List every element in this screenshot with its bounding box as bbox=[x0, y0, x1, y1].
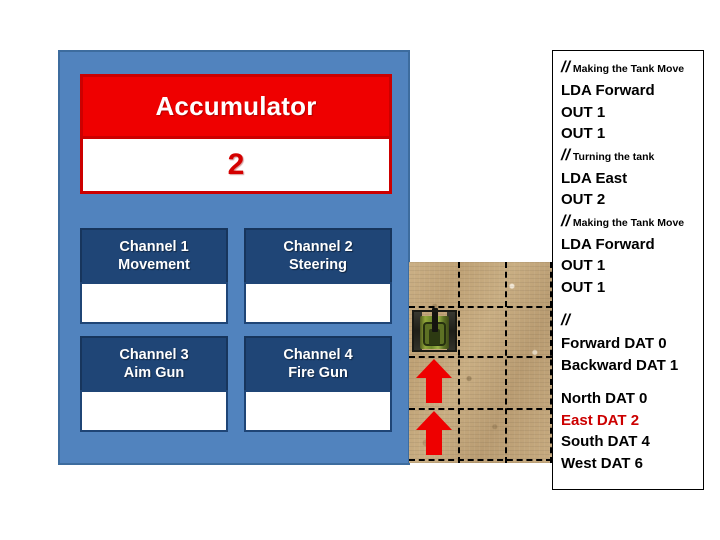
channel-2-header: Channel 2 Steering bbox=[244, 228, 392, 282]
code-data-line: North DAT 0 bbox=[561, 390, 648, 407]
code-line: LDA East bbox=[561, 169, 628, 187]
code-line: LDA Forward bbox=[561, 235, 655, 253]
channel-4-title: Channel 4 bbox=[283, 346, 353, 363]
code-listing-panel: //Making the Tank Move LDA Forward OUT 1… bbox=[552, 50, 704, 490]
channel-grid: Channel 1 Movement Channel 2 Steering Ch… bbox=[80, 228, 392, 432]
channel-1: Channel 1 Movement bbox=[80, 228, 228, 324]
channel-2-input[interactable] bbox=[244, 282, 392, 324]
move-arrow-up-icon bbox=[416, 359, 452, 403]
code-comment-line: // bbox=[561, 310, 703, 333]
comment-text: Turning the tank bbox=[572, 150, 655, 163]
code-data-line: South DAT 4 bbox=[561, 433, 650, 450]
tank-icon[interactable] bbox=[412, 307, 457, 355]
comment-text: Making the Tank Move bbox=[572, 63, 685, 75]
accumulator-block: Accumulator 2 bbox=[80, 74, 392, 194]
code-spacer bbox=[561, 298, 703, 310]
code-line: OUT 2 bbox=[561, 191, 606, 208]
code-comment-line: //Making the Tank Move bbox=[561, 57, 703, 80]
code-line: LDA Forward bbox=[561, 82, 655, 99]
code-data-line: Forward DAT 0 bbox=[561, 335, 667, 352]
channel-3-title: Channel 3 bbox=[119, 346, 189, 363]
accumulator-label: Accumulator bbox=[80, 74, 392, 136]
code-line: OUT 1 bbox=[561, 278, 606, 296]
channel-1-input[interactable] bbox=[80, 282, 228, 324]
comment-text: Making the Tank Move bbox=[572, 216, 685, 229]
channel-3-input[interactable] bbox=[80, 390, 228, 432]
channel-3: Channel 3 Aim Gun bbox=[80, 336, 228, 432]
channel-4: Channel 4 Fire Gun bbox=[244, 336, 392, 432]
channel-1-subtitle: Movement bbox=[118, 257, 190, 273]
move-arrow-up-icon bbox=[416, 411, 452, 455]
battlefield-grid[interactable] bbox=[409, 262, 552, 463]
code-data-line: Backward DAT 1 bbox=[561, 356, 679, 374]
grid-line-vertical bbox=[505, 262, 507, 463]
channel-3-subtitle: Aim Gun bbox=[123, 365, 185, 381]
channel-4-subtitle: Fire Gun bbox=[288, 365, 348, 381]
code-data-line-highlighted: East DAT 2 bbox=[561, 411, 640, 429]
channel-2-subtitle: Steering bbox=[288, 257, 347, 273]
control-panel: Accumulator 2 Channel 1 Movement Channel… bbox=[58, 50, 410, 465]
code-line: OUT 1 bbox=[561, 257, 606, 274]
accumulator-value[interactable]: 2 bbox=[80, 136, 392, 194]
comment-slashes: // bbox=[561, 312, 570, 329]
comment-slashes: // bbox=[561, 59, 570, 76]
code-line: OUT 1 bbox=[561, 103, 606, 121]
code-line: OUT 1 bbox=[561, 125, 606, 142]
comment-slashes: // bbox=[561, 212, 570, 230]
grid-line-vertical bbox=[458, 262, 460, 463]
channel-2-title: Channel 2 bbox=[283, 238, 353, 255]
channel-1-header: Channel 1 Movement bbox=[80, 228, 228, 282]
grid-line-vertical bbox=[550, 262, 552, 463]
code-comment-line: //Making the Tank Move bbox=[561, 211, 703, 234]
code-data-line: West DAT 6 bbox=[561, 454, 643, 472]
channel-1-title: Channel 1 bbox=[119, 238, 189, 255]
code-spacer bbox=[561, 376, 703, 388]
channel-2: Channel 2 Steering bbox=[244, 228, 392, 324]
channel-4-header: Channel 4 Fire Gun bbox=[244, 336, 392, 390]
channel-3-header: Channel 3 Aim Gun bbox=[80, 336, 228, 390]
grid-line-horizontal bbox=[409, 459, 552, 461]
code-comment-line: //Turning the tank bbox=[561, 145, 703, 168]
comment-slashes: // bbox=[561, 146, 570, 164]
channel-4-input[interactable] bbox=[244, 390, 392, 432]
